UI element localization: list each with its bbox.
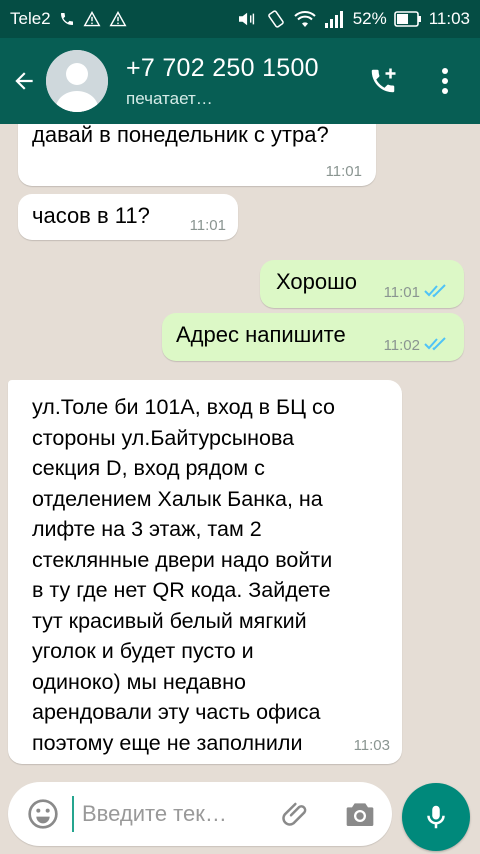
contact-avatar[interactable] <box>46 50 108 112</box>
emoji-button[interactable] <box>26 797 60 831</box>
arrow-back-icon <box>15 72 33 90</box>
microphone-icon <box>427 805 445 829</box>
add-call-icon <box>371 68 396 93</box>
emoji-icon <box>28 799 58 829</box>
status-right: 52% 11:03 <box>237 9 470 29</box>
message-outgoing[interactable]: Адрес напишите 11:02 <box>162 313 464 361</box>
default-avatar-icon <box>46 50 108 112</box>
contact-title[interactable]: +7 702 250 1500 печатает… <box>126 54 319 109</box>
status-left: Tele2 <box>10 9 127 29</box>
read-ticks-icon <box>424 284 446 298</box>
message-incoming[interactable]: давай в понедельник с утра? 11:01 <box>18 124 376 186</box>
message-input[interactable] <box>72 796 262 832</box>
message-text: давай в понедельник с утра? <box>32 124 329 147</box>
more-vertical-icon <box>442 68 448 94</box>
back-button[interactable] <box>2 53 46 109</box>
phone-icon <box>59 11 75 27</box>
message-time: 11:01 <box>383 284 420 301</box>
message-time: 11:01 <box>325 163 362 180</box>
rotation-icon <box>266 9 286 29</box>
contact-name: +7 702 250 1500 <box>126 53 319 82</box>
chat-header: +7 702 250 1500 печатает… <box>0 38 480 124</box>
composer-bar <box>0 774 480 854</box>
add-call-button[interactable] <box>358 56 408 106</box>
message-text: ул.Толе би 101А, вход в БЦ со стороны ул… <box>32 395 335 755</box>
message-input-box <box>8 782 392 846</box>
message-outgoing[interactable]: Хорошо 11:01 <box>260 260 464 308</box>
wifi-icon <box>293 10 317 28</box>
signal-icon <box>324 10 346 28</box>
battery-percent: 52% <box>352 9 387 28</box>
volume-vibrate-icon <box>237 10 259 28</box>
camera-icon <box>346 803 374 826</box>
status-bar: Tele2 52% 11:03 <box>0 0 480 38</box>
warning-icon <box>83 11 101 27</box>
warning-icon <box>109 11 127 27</box>
message-incoming[interactable]: часов в 11? 11:01 <box>18 194 238 240</box>
more-options-button[interactable] <box>425 56 465 106</box>
message-time: 11:01 <box>189 217 226 234</box>
read-ticks-icon <box>424 337 446 351</box>
contact-status: печатает… <box>126 88 213 108</box>
message-incoming[interactable]: ул.Толе би 101А, вход в БЦ со стороны ул… <box>8 380 402 764</box>
voice-message-button[interactable] <box>402 783 470 851</box>
message-time: 11:02 <box>383 337 420 354</box>
message-list[interactable]: давай в понедельник с утра? 11:01 часов … <box>0 124 480 774</box>
attach-button[interactable] <box>278 796 314 832</box>
paperclip-icon <box>282 802 307 826</box>
message-time: 11:03 <box>353 737 390 754</box>
carrier-label: Tele2 <box>10 9 51 28</box>
clock: 11:03 <box>428 9 470 28</box>
camera-button[interactable] <box>342 796 378 832</box>
battery-icon <box>393 11 422 27</box>
